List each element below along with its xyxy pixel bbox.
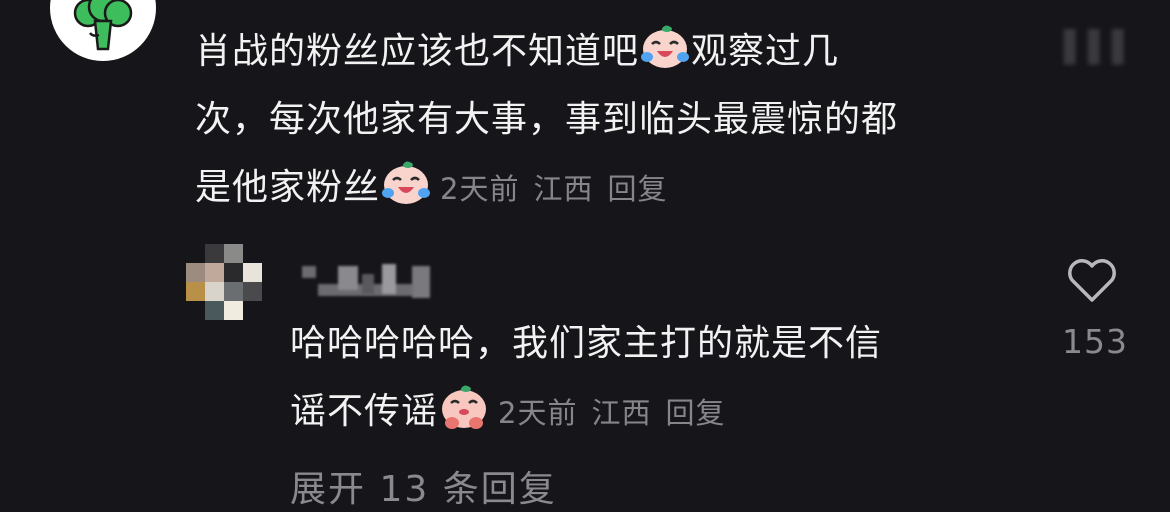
reply-avatar[interactable] (186, 244, 264, 322)
reply-text: 哈哈哈哈哈，我们家主打的就是不信 谣不传谣 2天前 江西 回复 (290, 323, 883, 432)
expand-replies-button[interactable]: 展开 13 条回复 (290, 460, 557, 512)
crying-laugh-emoji-icon (380, 155, 432, 207)
reply-username-blurred[interactable] (300, 262, 434, 300)
comment-time: 2天前 (440, 172, 520, 206)
reply-button[interactable]: 回复 (607, 172, 667, 206)
like-count: 153 (1062, 322, 1128, 361)
like-heart-icon[interactable] (1064, 256, 1120, 306)
reply-meta: 2天前 江西 回复 (498, 396, 739, 430)
pleading-emoji-icon (438, 379, 490, 431)
crying-laugh-emoji-icon (639, 19, 691, 71)
comment-location: 江西 (533, 172, 594, 206)
comment-text: 肖战的粉丝应该也不知道吧 观察过几 次，每次他家有大事，事到临头最震惊的都 是他… (195, 18, 898, 223)
reply-button[interactable]: 回复 (665, 396, 725, 430)
broccoli-icon (73, 0, 133, 51)
reply-location: 江西 (591, 396, 652, 430)
comment-meta: 2天前 江西 回复 (440, 172, 681, 206)
like-heart-icon[interactable] (1066, 0, 1116, 12)
reply-time: 2天前 (498, 396, 578, 430)
commenter-avatar[interactable] (50, 0, 156, 61)
like-count: ▌▌▌ (1064, 30, 1137, 65)
